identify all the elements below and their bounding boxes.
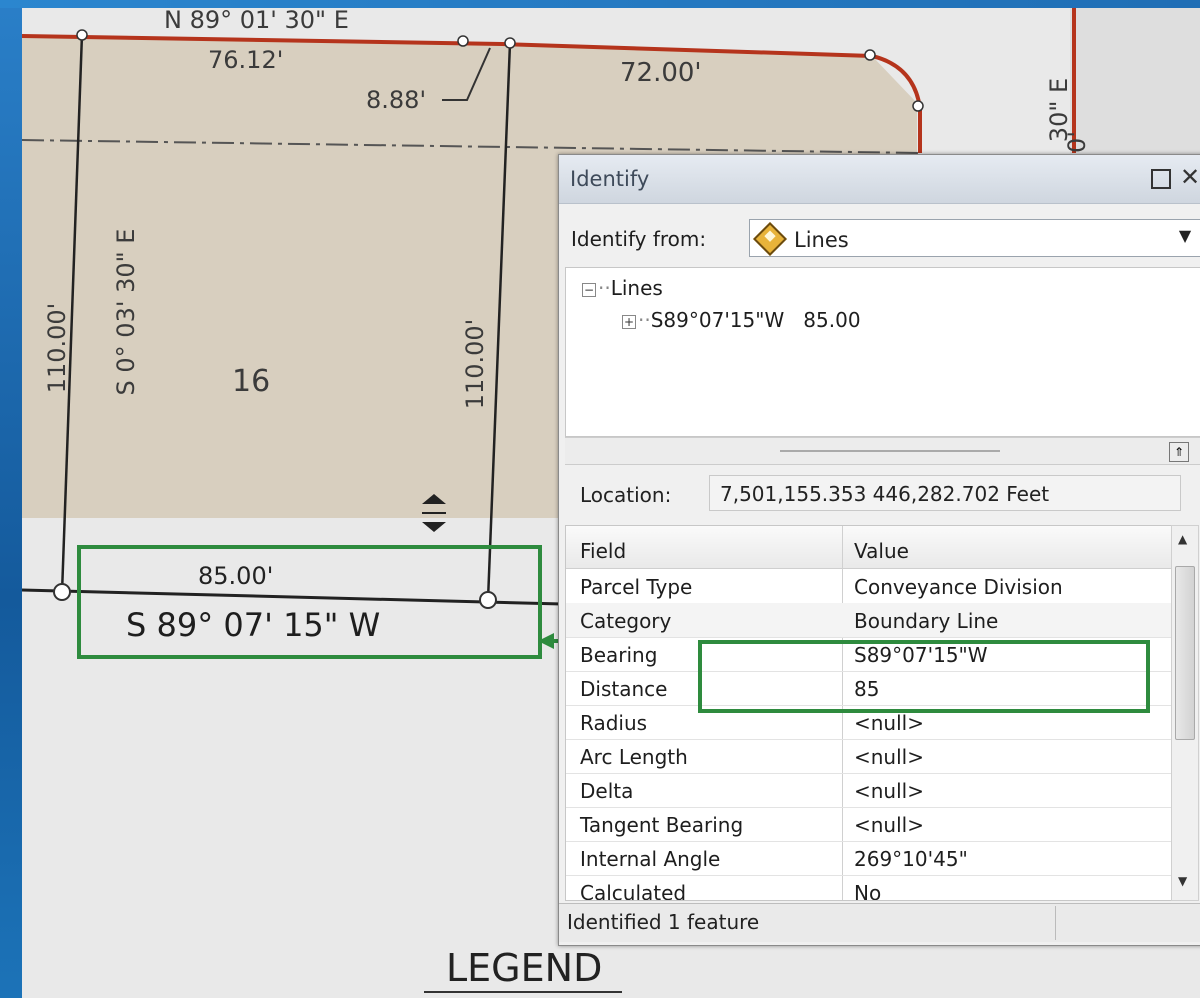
row-value: Boundary Line (854, 609, 999, 633)
row-field: Tangent Bearing (580, 813, 744, 837)
row-value: Conveyance Division (854, 575, 1063, 599)
row-field: Category (580, 609, 672, 633)
map-label-lot-number: 16 (232, 364, 271, 399)
row-value: 269°10'45" (854, 847, 968, 871)
splitter-grip (780, 450, 1000, 452)
scroll-up-icon[interactable]: ▲ (1178, 532, 1187, 546)
row-field: Radius (580, 711, 648, 735)
table-row[interactable]: Delta <null> (566, 773, 1172, 808)
table-row[interactable]: Calculated No (566, 875, 1172, 901)
map-label-distance: 72.00' (620, 58, 702, 88)
identify-from-value: Lines (794, 228, 849, 252)
pane-splitter[interactable]: ⇑ (565, 437, 1200, 465)
location-label: Location: (580, 483, 672, 507)
attribute-grid[interactable]: Field Value Parcel Type Conveyance Divis… (565, 525, 1173, 901)
row-field: Internal Angle (580, 847, 721, 871)
close-icon[interactable]: ✕ (1180, 163, 1200, 191)
tree-node-lines[interactable]: − ··Lines (582, 276, 663, 300)
identify-titlebar[interactable]: Identify ✕ (559, 155, 1200, 204)
row-field: Bearing (580, 643, 658, 667)
row-field: Arc Length (580, 745, 688, 769)
table-row[interactable]: Parcel Type Conveyance Division (566, 569, 1172, 604)
location-value: 7,501,155.353 446,282.702 Feet (720, 482, 1050, 506)
row-field: Calculated (580, 881, 687, 901)
collapse-icon[interactable]: − (582, 282, 596, 297)
results-tree[interactable]: − ··Lines + ··S89°07'15"W 85.00 (565, 267, 1200, 437)
row-value: No (854, 881, 882, 901)
expand-icon[interactable]: + (622, 314, 636, 329)
row-value: <null> (854, 745, 924, 769)
grid-header: Field Value (566, 526, 1172, 569)
window-frame-top (0, 0, 1200, 8)
row-field: Parcel Type (580, 575, 693, 599)
map-label-distance: 110.00' (461, 318, 489, 410)
dropdown-arrow-icon[interactable]: ▼ (1175, 226, 1195, 248)
map-label-distance: 110.00' (43, 302, 71, 394)
row-field: Distance (580, 677, 668, 701)
tree-node-label: Lines (610, 276, 663, 300)
status-divider (1055, 906, 1056, 940)
grid-highlight-box (698, 640, 1150, 713)
scroll-down-icon[interactable]: ▼ (1178, 874, 1187, 888)
scroll-thumb[interactable] (1175, 566, 1195, 740)
column-header-value[interactable]: Value (854, 539, 909, 563)
identify-window[interactable]: Identify ✕ Identify from: Lines ▼ − ··Lin… (558, 154, 1200, 946)
grid-scrollbar[interactable]: ▲ ▼ (1171, 525, 1199, 901)
location-field[interactable]: 7,501,155.353 446,282.702 Feet (709, 475, 1181, 511)
row-value: <null> (854, 779, 924, 803)
table-row[interactable]: Arc Length <null> (566, 739, 1172, 774)
identify-from-label: Identify from: (571, 227, 707, 251)
map-legend-title: LEGEND (446, 946, 603, 990)
line-layer-icon (753, 222, 787, 256)
row-value: <null> (854, 711, 924, 735)
tree-node-label: S89°07'15"W 85.00 (650, 308, 861, 332)
identify-from-dropdown[interactable]: Lines ▼ (749, 219, 1200, 257)
identify-title: Identify (570, 167, 650, 191)
status-text: Identified 1 feature (567, 910, 760, 934)
row-field: Delta (580, 779, 634, 803)
map-label-distance: 76.12' (208, 46, 284, 74)
table-row[interactable]: Tangent Bearing <null> (566, 807, 1172, 842)
location-section: Location: 7,501,155.353 446,282.702 Feet (565, 465, 1200, 517)
map-label-bearing-right: 0' (1062, 131, 1091, 153)
tree-node-feature[interactable]: + ··S89°07'15"W 85.00 (622, 308, 861, 332)
column-header-field[interactable]: Field (580, 539, 626, 563)
table-row[interactable]: Category Boundary Line (566, 603, 1172, 638)
map-label-bearing-top: N 89° 01' 30" E (164, 8, 349, 34)
map-highlight-box (77, 545, 542, 659)
status-bar: Identified 1 feature (559, 903, 1200, 942)
collapse-pane-icon[interactable]: ⇑ (1169, 442, 1189, 462)
row-value: <null> (854, 813, 924, 837)
map-label-distance: 8.88' (366, 86, 427, 114)
table-row[interactable]: Internal Angle 269°10'45" (566, 841, 1172, 876)
maximize-icon[interactable] (1151, 169, 1171, 189)
map-label-bearing-left: S 0° 03' 30" E (112, 228, 140, 396)
window-frame-left (0, 0, 22, 998)
